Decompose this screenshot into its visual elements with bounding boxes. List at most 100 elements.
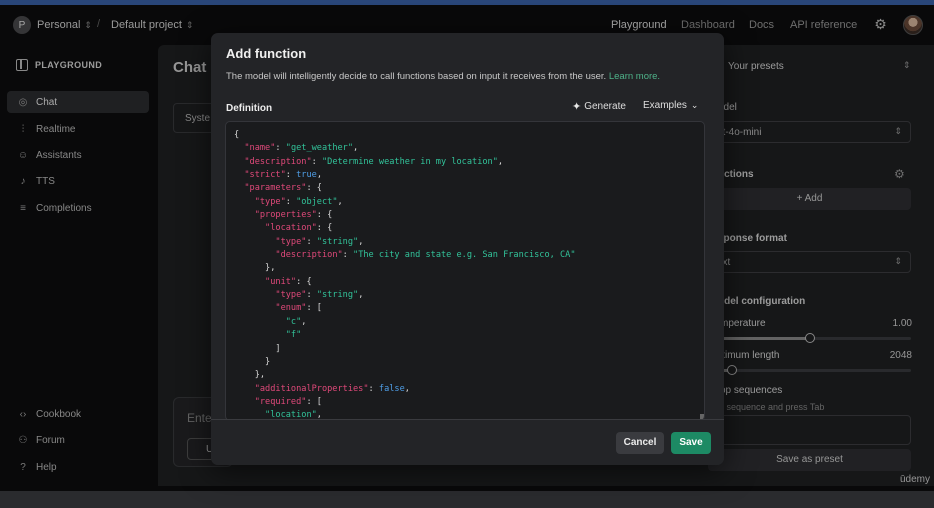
dialog-description-text: The model will intelligently decide to c… <box>226 71 607 82</box>
json-key: "type" <box>275 236 307 247</box>
json-punctuation: : { <box>316 210 333 221</box>
json-punctuation <box>234 250 275 260</box>
json-punctuation: : { <box>316 223 333 234</box>
code-line: "enum": [ <box>234 302 576 315</box>
code-line: }, <box>234 369 576 382</box>
code-line: "f" <box>234 329 576 342</box>
code-line: "location": { <box>234 222 576 235</box>
json-key: "location" <box>265 223 317 234</box>
learn-more-link[interactable]: Learn more. <box>609 71 660 82</box>
json-code[interactable]: { "name": "get_weather", "description": … <box>234 129 576 420</box>
sparkle-icon: ✦ <box>572 101 582 113</box>
chevron-down-icon: ⌄ <box>690 100 699 110</box>
save-button[interactable]: Save <box>671 432 711 454</box>
json-punctuation: : [ <box>306 396 322 407</box>
json-punctuation: } <box>234 356 271 367</box>
json-punctuation <box>234 277 265 287</box>
code-line: "type": "string", <box>234 289 576 302</box>
json-punctuation: : <box>306 236 317 247</box>
json-punctuation: , <box>337 196 343 207</box>
code-line: }, <box>234 262 576 275</box>
json-punctuation <box>234 183 244 193</box>
json-punctuation: : <box>306 290 317 301</box>
add-function-dialog: Add function The model will intelligentl… <box>211 33 724 465</box>
json-punctuation <box>234 290 275 300</box>
json-punctuation: { <box>234 130 240 140</box>
code-line: "required": [ <box>234 396 576 409</box>
json-key: "strict" <box>244 170 286 181</box>
json-key: "required" <box>254 396 307 407</box>
json-key: "description" <box>275 250 343 261</box>
code-line: "parameters": { <box>234 182 576 195</box>
json-string: "Determine weather in my location" <box>321 156 498 167</box>
json-punctuation: , <box>353 143 359 154</box>
definition-label: Definition <box>226 103 273 114</box>
code-line: "strict": true, <box>234 169 576 182</box>
examples-label: Examples <box>643 100 687 111</box>
code-line: { <box>234 129 576 142</box>
json-punctuation <box>234 237 275 247</box>
json-string: "get_weather" <box>285 143 354 154</box>
code-line: "type": "object", <box>234 196 576 209</box>
json-key: "additionalProperties" <box>254 383 369 394</box>
json-punctuation: , <box>497 156 504 167</box>
json-punctuation <box>234 303 275 313</box>
json-punctuation <box>234 317 286 327</box>
json-punctuation: : <box>285 196 297 207</box>
code-line: "additionalProperties": false, <box>234 383 576 396</box>
json-key: "parameters" <box>244 183 307 194</box>
json-string: "f" <box>285 330 302 341</box>
json-punctuation <box>234 170 244 180</box>
json-punctuation: , <box>301 316 307 327</box>
code-line: "description": "Determine weather in my … <box>234 156 576 169</box>
generate-button[interactable]: ✦ Generate <box>572 100 626 113</box>
generate-label: Generate <box>584 101 626 112</box>
code-line: ] <box>234 343 576 356</box>
json-punctuation: : <box>285 170 297 181</box>
json-string: "string" <box>316 236 359 247</box>
json-punctuation: }, <box>234 263 276 274</box>
json-punctuation <box>234 157 244 167</box>
json-punctuation <box>234 197 255 207</box>
json-punctuation: : { <box>306 183 322 194</box>
json-punctuation: , <box>358 236 364 247</box>
json-punctuation: , <box>358 290 364 301</box>
dialog-title: Add function <box>226 46 307 61</box>
json-punctuation <box>234 330 286 340</box>
code-line: "unit": { <box>234 276 576 289</box>
json-punctuation: : <box>368 383 379 394</box>
json-punctuation <box>234 397 255 407</box>
json-string: "The city and state e.g. San Francisco, … <box>353 250 576 261</box>
json-punctuation: , <box>404 383 410 394</box>
json-key: "properties" <box>254 210 317 221</box>
json-boolean: false <box>378 383 405 394</box>
json-punctuation <box>234 223 265 233</box>
code-line: "description": "The city and state e.g. … <box>234 249 576 262</box>
json-punctuation: }, <box>234 370 266 381</box>
function-definition-editor[interactable]: { "name": "get_weather", "description": … <box>225 121 705 421</box>
json-punctuation: : <box>342 250 354 261</box>
json-punctuation: , <box>316 170 323 181</box>
dialog-footer: Cancel Save <box>211 419 724 465</box>
cancel-button[interactable]: Cancel <box>616 432 664 454</box>
json-key: "type" <box>275 290 307 301</box>
json-punctuation: : [ <box>306 303 322 314</box>
json-punctuation <box>234 143 244 153</box>
json-key: "unit" <box>265 276 297 287</box>
code-line: "c", <box>234 316 576 329</box>
code-line: } <box>234 356 576 369</box>
json-punctuation: : { <box>296 276 312 287</box>
json-punctuation: : <box>275 143 286 154</box>
examples-dropdown[interactable]: Examples ⌄ <box>643 100 698 111</box>
bottom-bar <box>0 491 934 508</box>
json-punctuation <box>234 384 255 394</box>
json-punctuation: : <box>311 156 322 167</box>
json-boolean: true <box>296 170 317 181</box>
code-line: "type": "string", <box>234 236 576 249</box>
json-punctuation <box>234 210 255 220</box>
json-string: "c" <box>285 316 302 327</box>
json-key: "type" <box>254 196 286 207</box>
dialog-description: The model will intelligently decide to c… <box>226 71 660 82</box>
json-key: "description" <box>244 156 312 167</box>
json-string: "string" <box>316 290 359 301</box>
